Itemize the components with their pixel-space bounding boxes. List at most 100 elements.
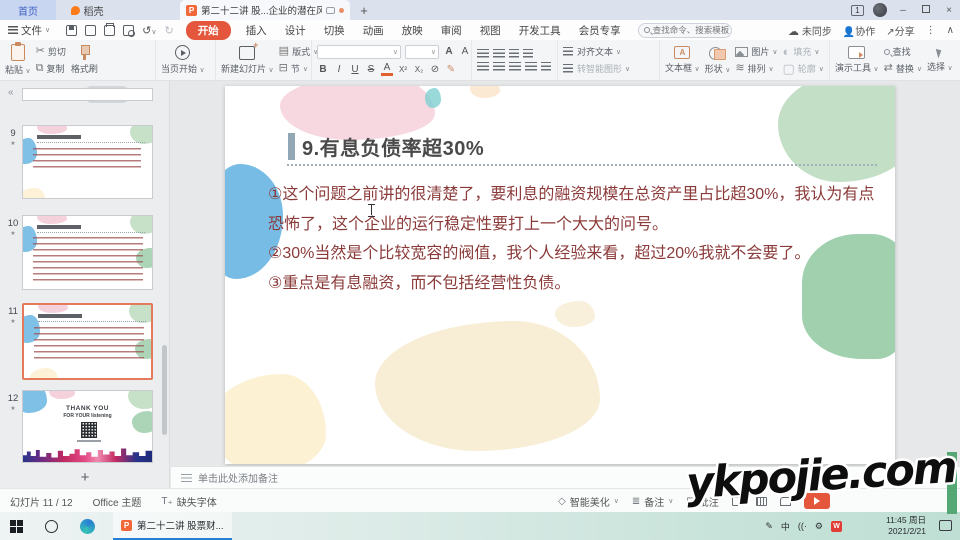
tab-home[interactable]: 首页: [0, 0, 56, 20]
pen-tray-icon[interactable]: ✎: [765, 521, 773, 532]
slide-editor[interactable]: 9.有息负债率超30% ①这个问题之前讲的很清楚了，要利息的融资规模在总资产里占…: [225, 86, 895, 464]
user-avatar[interactable]: [873, 3, 887, 17]
slide-thumbnail-partial[interactable]: [22, 88, 153, 101]
close-button[interactable]: ×: [942, 5, 956, 16]
print-preview-icon[interactable]: [123, 25, 134, 36]
arrange-button[interactable]: ≋排列∨: [735, 62, 777, 75]
taskbar-app-wps[interactable]: P 第二十二讲 股票财...: [113, 512, 232, 540]
play-from-current-button[interactable]: 当页开始 ∨: [161, 41, 205, 79]
ribbon-tab-animation[interactable]: 动画: [363, 23, 384, 38]
paste-button[interactable]: 粘贴 ∨: [5, 41, 31, 79]
add-slide-button[interactable]: +: [0, 469, 170, 486]
find-button[interactable]: 查找: [884, 45, 922, 58]
align-right-icon[interactable]: [509, 62, 521, 71]
ribbon-tab-transition[interactable]: 切换: [324, 23, 345, 38]
align-center-icon[interactable]: [493, 62, 505, 71]
file-menu[interactable]: 文件 ∨: [0, 23, 58, 38]
smart-beautify-button[interactable]: ◇智能美化∨: [558, 494, 619, 509]
number-list-icon[interactable]: [493, 49, 505, 58]
sync-status[interactable]: ☁ 未同步: [788, 23, 832, 38]
theme-name[interactable]: Office 主题: [93, 494, 142, 509]
network-icon[interactable]: ((·: [798, 521, 807, 531]
missing-font-indicator[interactable]: T₊缺失字体: [161, 494, 216, 509]
increase-indent-icon[interactable]: [523, 49, 533, 58]
slide-thumbnail-11-selected[interactable]: [22, 303, 153, 380]
export-icon[interactable]: [85, 25, 96, 36]
ribbon-tab-developer[interactable]: 开发工具: [519, 23, 561, 38]
edge-browser-icon[interactable]: [80, 519, 95, 534]
font-size-select[interactable]: ∨: [405, 45, 439, 59]
select-button[interactable]: 选择 ∨: [927, 41, 953, 79]
align-justify-icon[interactable]: [525, 62, 537, 71]
action-center-icon[interactable]: [939, 520, 952, 531]
save-icon[interactable]: [66, 25, 77, 36]
new-tab-button[interactable]: +: [350, 0, 378, 20]
align-left-icon[interactable]: [477, 62, 489, 71]
replace-button[interactable]: ⇄替换∨: [884, 62, 922, 75]
spacing-icon[interactable]: [563, 64, 573, 73]
slide-body-text[interactable]: ①这个问题之前讲的很清楚了，要利息的融资规模在总资产里占比超30%，我认为有点恐…: [268, 180, 886, 298]
wps-tray-icon[interactable]: W: [831, 521, 842, 532]
bullet-list-icon[interactable]: [477, 49, 489, 58]
picture-button[interactable]: 图片∨: [735, 45, 777, 58]
line-spacing-icon[interactable]: [563, 47, 573, 56]
distribute-icon[interactable]: [541, 62, 551, 71]
taskbar-search-icon[interactable]: [45, 520, 58, 533]
search-input[interactable]: [653, 25, 731, 35]
ribbon-tab-view[interactable]: 视图: [480, 23, 501, 38]
ribbon-tab-slideshow[interactable]: 放映: [402, 23, 423, 38]
outline-button[interactable]: ▢轮廓∨: [782, 62, 823, 75]
shrink-font-button[interactable]: A: [459, 46, 471, 57]
maximize-button[interactable]: [919, 5, 933, 16]
fill-button[interactable]: ◐填充∨: [782, 45, 823, 58]
bold-button[interactable]: B: [317, 64, 329, 75]
command-search[interactable]: [638, 23, 732, 38]
font-name-select[interactable]: ∨: [317, 45, 401, 59]
ribbon-tab-review[interactable]: 审阅: [441, 23, 462, 38]
slide-title[interactable]: 9.有息负债率超30%: [302, 132, 484, 161]
underline-button[interactable]: U: [349, 64, 361, 75]
slide-thumbnail-9[interactable]: [22, 125, 153, 199]
input-method-icon[interactable]: 中: [781, 520, 790, 533]
collapse-panel-button[interactable]: «: [8, 87, 14, 98]
ribbon-tab-start[interactable]: 开始: [186, 21, 231, 40]
subscript-button[interactable]: X₂: [413, 65, 425, 74]
share-button[interactable]: ↗分享: [886, 23, 914, 38]
settings-tray-icon[interactable]: ⚙: [815, 521, 823, 532]
ribbon-tab-insert[interactable]: 插入: [246, 23, 267, 38]
text-effect-icon[interactable]: ✎: [445, 64, 457, 75]
new-slide-button[interactable]: 新建幻灯片 ∨: [221, 41, 274, 79]
slide-thumbnail-10[interactable]: [22, 215, 153, 290]
redo-icon[interactable]: ↻: [164, 24, 173, 37]
minimize-button[interactable]: –: [896, 5, 910, 16]
taskbar-clock[interactable]: 11:45 周日 2021/2/21: [886, 515, 926, 537]
clear-format-icon[interactable]: ⊘: [429, 64, 441, 75]
present-tools-button[interactable]: 演示工具 ∨: [835, 41, 879, 79]
slide-thumbnail-12[interactable]: THANK YOU FOR YOUR listening: [22, 390, 153, 463]
shapes-button[interactable]: 形状 ∨: [705, 41, 731, 79]
decrease-indent-icon[interactable]: [509, 49, 519, 58]
collaborate-button[interactable]: 👤协作: [843, 23, 875, 38]
ribbon-tab-member[interactable]: 会员专享: [579, 23, 621, 38]
strikethrough-button[interactable]: S: [365, 64, 377, 75]
more-options-icon[interactable]: ⋮: [926, 25, 936, 36]
sidebar-scrollbar[interactable]: [162, 345, 167, 435]
ribbon-tab-design[interactable]: 设计: [285, 23, 306, 38]
cut-button[interactable]: ✂剪切: [36, 45, 66, 58]
textbox-button[interactable]: A 文本框 ∨: [665, 41, 700, 79]
collapse-ribbon-icon[interactable]: ∧: [947, 25, 954, 36]
print-icon[interactable]: [104, 25, 115, 36]
align-text-button[interactable]: 对齐文本∨: [577, 45, 621, 58]
italic-button[interactable]: I: [333, 64, 345, 75]
convert-smartart-button[interactable]: 转智能图形∨: [577, 62, 630, 75]
window-count-badge[interactable]: 1: [851, 5, 864, 16]
copy-button[interactable]: ⧉复制: [36, 62, 66, 75]
font-color-button[interactable]: A: [381, 63, 393, 76]
grow-font-button[interactable]: A: [443, 46, 455, 57]
tab-document[interactable]: P 第二十二讲 股...企业的潜在风险: [180, 0, 350, 20]
superscript-button[interactable]: X²: [397, 65, 409, 74]
undo-icon[interactable]: ↺∨: [142, 24, 156, 37]
format-painter-button[interactable]: 格式刷: [71, 41, 98, 79]
tab-docer[interactable]: 稻壳: [56, 0, 118, 20]
notes-toggle-button[interactable]: ≣备注∨: [632, 494, 674, 509]
